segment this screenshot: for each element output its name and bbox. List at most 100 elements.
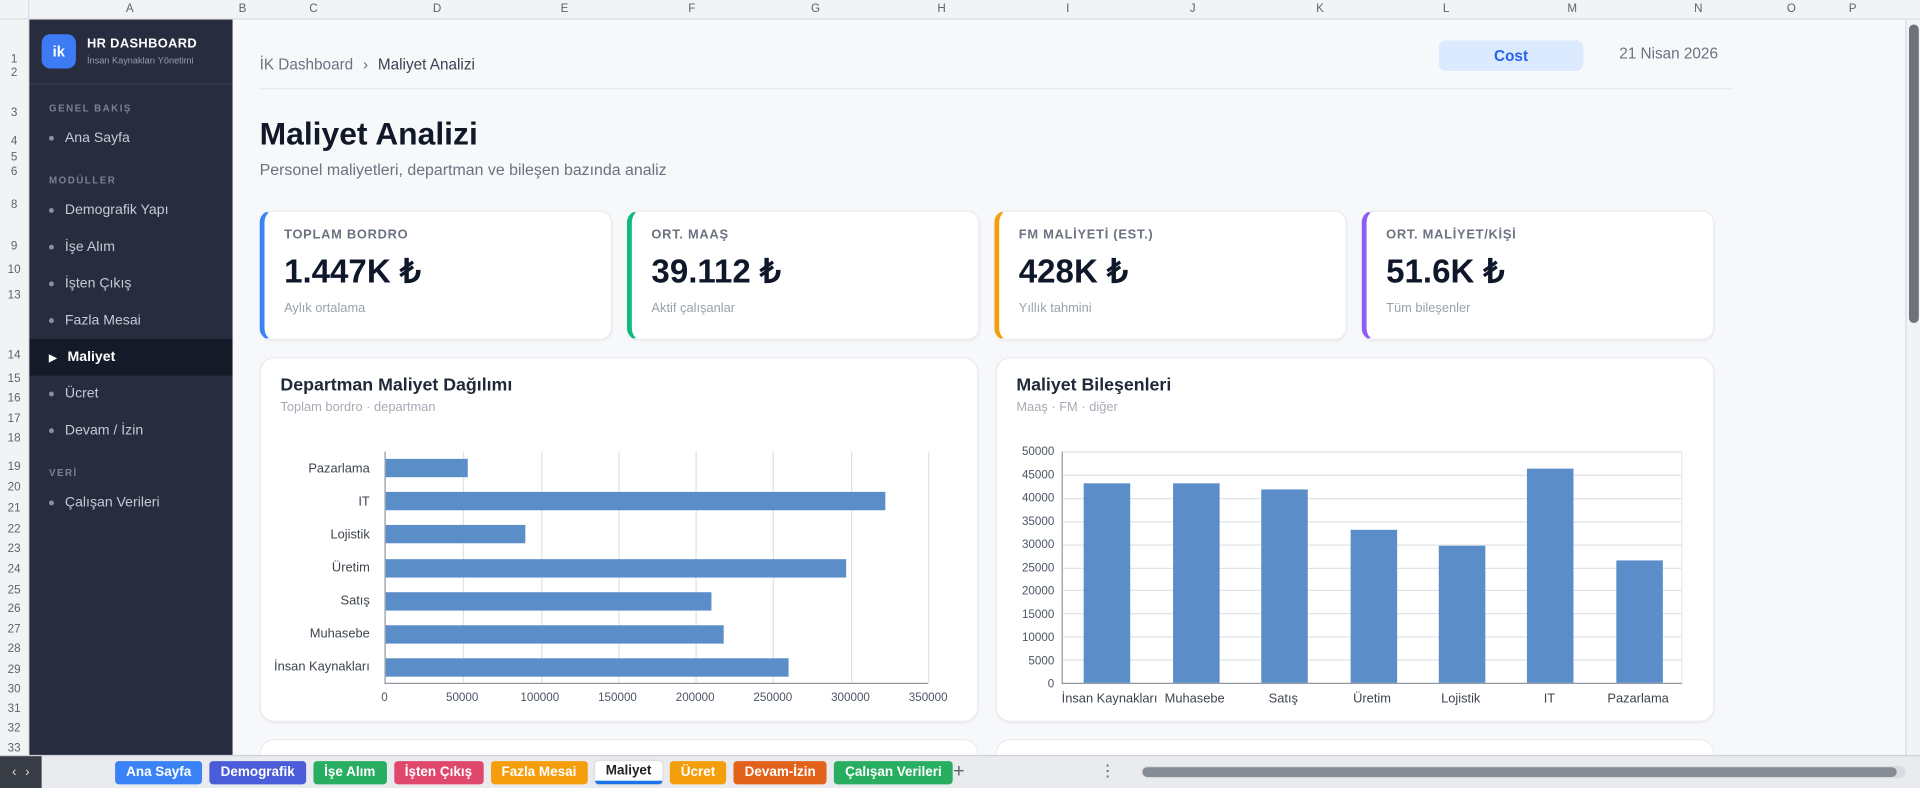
- kpi-value: 428K ₺: [1018, 253, 1129, 290]
- bar-pazarlama: [385, 458, 468, 478]
- next-sheet-icon[interactable]: ›: [25, 765, 29, 780]
- sidebar-item-i-e-al-m[interactable]: İşe Alım: [29, 229, 232, 266]
- sidebar-item-devam-i-zin[interactable]: Devam / İzin: [29, 412, 232, 449]
- row-header-9[interactable]: 9: [0, 240, 28, 253]
- sidebar-item-ana-sayfa[interactable]: Ana Sayfa: [29, 120, 232, 157]
- bar-i-nsan-kaynaklar: [385, 658, 789, 677]
- row-header-24[interactable]: 24: [0, 563, 28, 576]
- sheet-tab-devam-i-zin[interactable]: Devam-İzin: [733, 761, 827, 785]
- select-all-corner[interactable]: [0, 0, 30, 20]
- y-tick-label: 25000: [1021, 561, 1055, 576]
- chart-card-departman-maliyet-dagilimi: Departman Maliyet Dağılımı Toplam bordro…: [259, 357, 979, 722]
- prev-sheet-icon[interactable]: ‹: [12, 765, 16, 780]
- column-header-I[interactable]: I: [1066, 2, 1069, 15]
- row-header-26[interactable]: 26: [0, 602, 28, 615]
- row-header-27[interactable]: 27: [0, 623, 28, 636]
- sheet-tab-cret[interactable]: Ücret: [669, 761, 727, 785]
- vertical-scrollbar[interactable]: [1905, 19, 1920, 755]
- column-header-N[interactable]: N: [1694, 2, 1702, 15]
- row-header-1[interactable]: 1: [0, 53, 28, 66]
- sidebar-item-i-ten-k[interactable]: İşten Çıkış: [29, 266, 232, 303]
- row-header-25[interactable]: 25: [0, 584, 28, 597]
- sheet-tab-fazla-mesai[interactable]: Fazla Mesai: [490, 761, 588, 785]
- sidebar-item-label: Devam / İzin: [64, 423, 144, 439]
- row-header-29[interactable]: 29: [0, 663, 28, 676]
- column-header-M[interactable]: M: [1567, 2, 1577, 15]
- x-tick-label: 350000: [908, 691, 948, 705]
- row-header-13[interactable]: 13: [0, 289, 28, 302]
- bar-i-nsan-kaynaklar: [1083, 482, 1131, 683]
- horizontal-scrollbar[interactable]: [1141, 765, 1906, 779]
- sidebar-item-al-an-verileri[interactable]: Çalışan Verileri: [29, 485, 232, 522]
- row-header-32[interactable]: 32: [0, 722, 28, 735]
- overflow-menu-icon[interactable]: ⋮: [1100, 761, 1116, 781]
- column-header-J[interactable]: J: [1190, 2, 1196, 15]
- column-header-F[interactable]: F: [688, 2, 695, 15]
- horizontal-scrollbar-thumb[interactable]: [1142, 767, 1897, 777]
- add-sheet-button[interactable]: +: [945, 759, 972, 786]
- column-header-L[interactable]: L: [1443, 2, 1449, 15]
- column-headers: A B C D E F G H I J K L M N O P: [29, 0, 1920, 20]
- row-header-22[interactable]: 22: [0, 522, 28, 535]
- sidebar-item-demografik-yap[interactable]: Demografik Yapı: [29, 192, 232, 229]
- sheet-tab-al-an-verileri[interactable]: Çalışan Verileri: [834, 761, 953, 785]
- row-header-4[interactable]: 4: [0, 135, 28, 148]
- column-header-C[interactable]: C: [309, 2, 317, 15]
- row-header-18[interactable]: 18: [0, 432, 28, 445]
- row-header-17[interactable]: 17: [0, 412, 28, 425]
- bar-retim: [385, 558, 847, 577]
- row-header-21[interactable]: 21: [0, 502, 28, 515]
- row-header-8[interactable]: 8: [0, 198, 28, 211]
- row-header-15[interactable]: 15: [0, 372, 28, 385]
- column-header-H[interactable]: H: [937, 2, 945, 15]
- sheet-tabs: Ana Sayfa Demografik İşe Alım İşten Çıkış Fa…: [115, 761, 953, 785]
- row-header-16[interactable]: 16: [0, 392, 28, 405]
- y-tick-label: 15000: [1021, 608, 1055, 622]
- column-header-A[interactable]: A: [126, 2, 134, 15]
- sheet-tab-i-ten-k[interactable]: İşten Çıkış: [393, 761, 484, 785]
- sheet-tab-ana-sayfa[interactable]: Ana Sayfa: [115, 761, 203, 785]
- kpi-card-ort-maa: ORT. MAAŞ 39.112 ₺ Aktif çalışanlar: [626, 210, 980, 341]
- sidebar-item-maliyet[interactable]: ▶ Maliyet: [29, 338, 233, 376]
- y-tick-label: 50000: [1021, 445, 1055, 459]
- vertical-scrollbar-thumb[interactable]: [1908, 24, 1919, 324]
- x-tick-label: 200000: [675, 691, 715, 705]
- column-header-B[interactable]: B: [239, 2, 247, 15]
- column-header-O[interactable]: O: [1787, 2, 1796, 15]
- row-header-14[interactable]: 14: [0, 349, 28, 362]
- x-tick-label: 50000: [445, 691, 479, 705]
- column-header-P[interactable]: P: [1849, 2, 1857, 15]
- row-header-5[interactable]: 5: [0, 151, 28, 164]
- row-header-2[interactable]: 2: [0, 66, 28, 79]
- row-header-30[interactable]: 30: [0, 683, 28, 696]
- spreadsheet-window: ABCDEFGHIJKLMNOP 1 2 3 4 5 6 8 9 10 13 14 15 16 17 18 1…: [0, 0, 1920, 788]
- sidebar-item-label: İşe Alım: [64, 239, 115, 255]
- sheet-tab-maliyet[interactable]: Maliyet: [594, 761, 663, 785]
- bullet-icon: [48, 428, 54, 434]
- row-header-10[interactable]: 10: [0, 263, 28, 276]
- sheet-tab-i-e-al-m[interactable]: İşe Alım: [313, 761, 387, 785]
- row-header-6[interactable]: 6: [0, 165, 28, 178]
- y-tick-label: 10000: [1021, 631, 1055, 645]
- bar-lojistik: [1438, 545, 1486, 683]
- sidebar-item-cret[interactable]: Ücret: [29, 376, 232, 413]
- row-header-28[interactable]: 28: [0, 642, 28, 655]
- gridline: [1062, 520, 1682, 523]
- cost-button[interactable]: Cost: [1438, 40, 1584, 71]
- column-header-K[interactable]: K: [1316, 2, 1324, 15]
- row-header-20[interactable]: 20: [0, 481, 28, 494]
- bullet-icon: [48, 391, 54, 397]
- row-header-23[interactable]: 23: [0, 542, 28, 555]
- sidebar-item-fazla-mesai[interactable]: Fazla Mesai: [29, 302, 232, 339]
- kpi-sub: Aylık ortalama: [284, 301, 366, 316]
- column-header-E[interactable]: E: [561, 2, 569, 15]
- column-header-D[interactable]: D: [433, 2, 441, 15]
- row-header-31[interactable]: 31: [0, 702, 28, 715]
- sheet-tab-demografik[interactable]: Demografik: [209, 761, 306, 785]
- plot-area: [1061, 451, 1683, 684]
- row-header-3[interactable]: 3: [0, 106, 28, 119]
- breadcrumb-root[interactable]: İK Dashboard: [260, 56, 354, 73]
- row-header-19[interactable]: 19: [0, 460, 28, 473]
- row-header-33[interactable]: 33: [0, 742, 28, 755]
- column-header-G[interactable]: G: [811, 2, 820, 15]
